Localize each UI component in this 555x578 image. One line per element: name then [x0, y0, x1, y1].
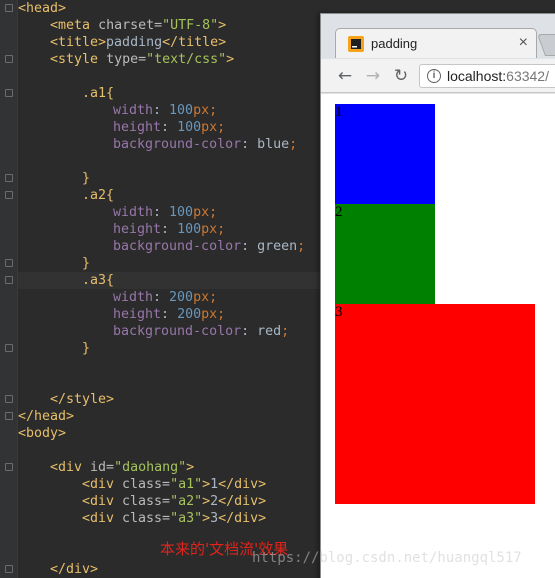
- webstorm-icon: [348, 36, 364, 52]
- css-declaration: height: 200px;: [113, 307, 226, 322]
- fold-marker-icon[interactable]: [5, 89, 13, 97]
- style-tag: style: [58, 52, 99, 67]
- css-close-brace: }: [82, 341, 91, 356]
- fold-marker-icon[interactable]: [5, 4, 13, 12]
- tab-title: padding: [371, 36, 418, 51]
- css-close-brace: }: [82, 171, 91, 186]
- div-line: <div class="a3">3</div>: [82, 511, 267, 526]
- code-line: <style type="text/css">: [50, 52, 235, 67]
- head-close-tag: </head>: [18, 409, 75, 424]
- title-open-tag: <title>: [50, 35, 107, 50]
- browser-toolbar: ← → ↻ i localhost:63342/: [321, 59, 555, 93]
- back-arrow-icon[interactable]: ←: [335, 65, 355, 87]
- title-text: padding: [106, 35, 163, 50]
- title-close-tag: </title>: [162, 35, 227, 50]
- box-a3: 3: [335, 304, 535, 504]
- css-declaration: width: 100px;: [113, 205, 218, 220]
- page-viewport: 1 2 3: [321, 94, 555, 578]
- body-open-tag: <body>: [18, 426, 67, 441]
- editor-gutter: [0, 0, 18, 578]
- meta-value: "UTF-8": [162, 18, 219, 33]
- browser-tab[interactable]: padding ×: [335, 28, 537, 58]
- css-declaration: background-color: green;: [113, 239, 306, 254]
- current-line-highlight: [18, 272, 320, 289]
- div-container-line: <div id="daohang">: [50, 460, 195, 475]
- forward-arrow-icon[interactable]: →: [363, 65, 383, 87]
- css-declaration: height: 100px;: [113, 222, 226, 237]
- code-line: <meta charset="UTF-8">: [50, 18, 227, 33]
- fold-marker-icon[interactable]: [5, 55, 13, 63]
- info-icon[interactable]: i: [427, 69, 441, 83]
- head-open-tag: <head>: [18, 1, 67, 16]
- div-line: <div class="a2">2</div>: [82, 494, 267, 509]
- browser-window: padding × ← → ↻ i localhost:63342/ 1 2 3: [320, 13, 555, 578]
- div-line: <div class="a1">1</div>: [82, 477, 267, 492]
- reload-icon[interactable]: ↻: [391, 65, 411, 87]
- css-declaration: background-color: red;: [113, 324, 290, 339]
- style-close-tag: </style>: [50, 392, 115, 407]
- css-selector: .a1{: [82, 86, 115, 101]
- div-close-tag: </div>: [50, 562, 99, 577]
- style-attr: type: [106, 52, 139, 67]
- fold-marker-icon[interactable]: [5, 565, 13, 573]
- meta-tag: meta: [58, 18, 91, 33]
- style-value: "text/css": [146, 52, 227, 67]
- box-a1: 1: [335, 104, 435, 204]
- css-selector: .a3{: [82, 273, 115, 288]
- meta-attr: charset: [98, 18, 155, 33]
- close-icon[interactable]: ×: [519, 34, 528, 52]
- css-declaration: width: 200px;: [113, 290, 218, 305]
- watermark-text: https://blog.csdn.net/huangql517: [252, 550, 522, 566]
- css-selector: .a2{: [82, 188, 115, 203]
- new-tab-button[interactable]: [536, 34, 555, 56]
- css-declaration: width: 100px;: [113, 103, 218, 118]
- fold-marker-icon[interactable]: [5, 412, 13, 420]
- fold-marker-icon[interactable]: [5, 395, 13, 403]
- address-bar[interactable]: i localhost:63342/: [419, 64, 555, 88]
- box-a2: 2: [335, 204, 435, 304]
- fold-marker-icon[interactable]: [5, 259, 13, 267]
- css-declaration: height: 100px;: [113, 120, 226, 135]
- div-id-value: "daohang": [114, 460, 187, 475]
- fold-marker-icon[interactable]: [5, 344, 13, 352]
- fold-marker-icon[interactable]: [5, 276, 13, 284]
- fold-marker-icon[interactable]: [5, 174, 13, 182]
- code-line: <title>padding</title>: [50, 34, 226, 51]
- url-text: localhost:63342/: [447, 68, 549, 84]
- css-close-brace: }: [82, 256, 91, 271]
- css-declaration: background-color: blue;: [113, 137, 298, 152]
- fold-marker-icon[interactable]: [5, 463, 13, 471]
- code-line: <head>: [18, 0, 66, 17]
- fold-marker-icon[interactable]: [5, 191, 13, 199]
